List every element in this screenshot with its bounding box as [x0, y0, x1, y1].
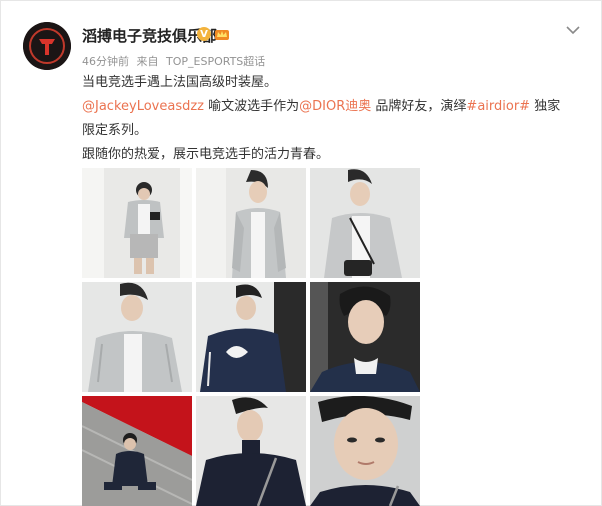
photo-8[interactable]	[196, 396, 306, 506]
author-avatar[interactable]	[23, 22, 71, 70]
post-time[interactable]: 46分钟前	[82, 55, 129, 68]
post-body: 当电竞选手遇上法国高级时装屋。 @JackeyLoveasdzz 喻文波选手作为…	[82, 71, 587, 167]
photo-grid	[82, 168, 420, 506]
body-line-2: @JackeyLoveasdzz 喻文波选手作为@DIOR迪奥 品牌好友，演绎#…	[82, 95, 587, 119]
body-line-4: 跟随你的热爱，展示电竞选手的活力青春。	[82, 147, 330, 162]
source-prefix: 来自	[136, 55, 159, 68]
verified-badge-icon: V	[197, 27, 211, 41]
post-source[interactable]: TOP_ESPORTS超话	[166, 55, 265, 68]
photo-7[interactable]	[82, 396, 192, 506]
photo-1[interactable]	[82, 168, 192, 278]
body-text-mid: 喻文波选手作为	[204, 99, 300, 114]
body-line-3: 限定系列。	[82, 123, 148, 138]
body-text-end: 独家	[530, 99, 561, 114]
chevron-down-icon[interactable]	[565, 25, 581, 35]
hashtag-link[interactable]: #airdior#	[466, 99, 530, 114]
mention-brand-link[interactable]: @DIOR迪奥	[299, 99, 371, 114]
photo-2[interactable]	[196, 168, 306, 278]
team-logo-icon	[23, 22, 71, 70]
weibo-post-card: 滔搏电子竞技俱乐部 V 46分钟前 来自 TOP_ESPORTS超话 当电竞选手…	[0, 0, 602, 506]
photo-6[interactable]	[310, 282, 420, 392]
photo-5[interactable]	[196, 282, 306, 392]
photo-4[interactable]	[82, 282, 192, 392]
photo-9[interactable]	[310, 396, 420, 506]
crown-badge-icon	[215, 30, 229, 40]
post-meta: 46分钟前 来自 TOP_ESPORTS超话	[82, 53, 269, 69]
author-badges: V	[197, 27, 230, 41]
photo-3[interactable]	[310, 168, 420, 278]
body-line-1: 当电竞选手遇上法国高级时装屋。	[82, 75, 278, 90]
body-text-mid2: 品牌好友，演绎	[371, 99, 467, 114]
mention-user-link[interactable]: @JackeyLoveasdzz	[82, 99, 204, 114]
